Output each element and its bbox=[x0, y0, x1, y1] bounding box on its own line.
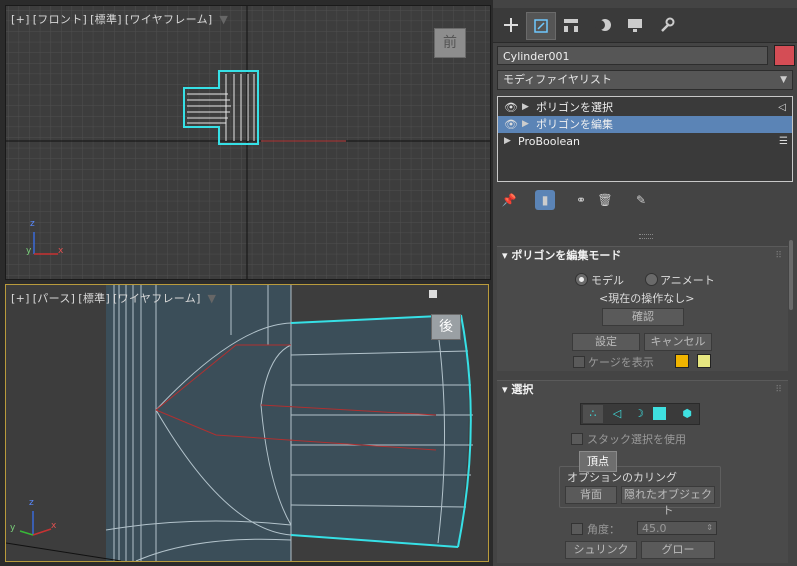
modify-tab[interactable] bbox=[526, 12, 556, 40]
front-viewport-label[interactable]: [+] [フロント] [標準] [ワイヤフレーム] ▼ bbox=[11, 11, 231, 27]
configure-sets-icon[interactable]: ✎ bbox=[631, 190, 651, 210]
grow-button[interactable]: グロー bbox=[641, 541, 715, 559]
eye-icon[interactable]: 👁 bbox=[504, 99, 518, 116]
vertex-icon[interactable]: ∴ bbox=[583, 405, 603, 423]
trash-icon[interactable]: 🗑 bbox=[595, 190, 615, 210]
expand-icon[interactable]: ▶ bbox=[522, 116, 529, 133]
hidden-objects-button[interactable]: 隠れたオブジェクト bbox=[621, 486, 715, 517]
command-panel: Cylinder001 モディファイヤリスト ▼ 👁 ▶ ポリゴンを選択 ◁ 👁… bbox=[493, 0, 797, 566]
pin-stack-icon[interactable]: 📌 bbox=[499, 190, 519, 210]
front-viewcube[interactable]: 前 bbox=[434, 28, 466, 58]
modify-icon bbox=[534, 19, 548, 33]
selection-rollout: ▾ 選択 ⠿ ∴ ◁ ☽ ⬢ スタック選択を使用 オプションのカリング 背面 隠れ… bbox=[497, 380, 788, 563]
make-unique-icon[interactable]: ⚭ bbox=[571, 190, 591, 210]
settings-button[interactable]: 設定 bbox=[572, 333, 640, 351]
front-viewport-grid bbox=[6, 6, 490, 279]
show-cage-checkbox[interactable] bbox=[573, 356, 585, 368]
utilities-tab[interactable] bbox=[653, 12, 681, 38]
tooltip: 頂点 bbox=[579, 451, 617, 472]
plus-icon bbox=[504, 18, 518, 32]
cancel-button[interactable]: キャンセル bbox=[644, 333, 712, 351]
model-radio[interactable] bbox=[575, 273, 588, 286]
front-axis-y-label: y bbox=[26, 246, 32, 256]
current-operation: <現在の操作なし> bbox=[599, 292, 695, 305]
expand-icon[interactable]: ▶ bbox=[504, 133, 511, 150]
display-icon bbox=[628, 19, 642, 32]
front-viewport[interactable]: [+] [フロント] [標準] [ワイヤフレーム] ▼ 前 z y x bbox=[5, 5, 491, 280]
angle-spinner[interactable]: 45.0 ⇕ bbox=[637, 521, 717, 535]
stack-item-proboolean[interactable]: ▶ ProBoolean ☰ bbox=[498, 133, 792, 150]
subobject-triangle-icon: ◁ bbox=[778, 102, 786, 113]
hierarchy-tab[interactable] bbox=[557, 12, 585, 38]
use-stack-selection-checkbox[interactable] bbox=[571, 433, 583, 445]
stack-options-icon[interactable]: ☰ bbox=[779, 133, 788, 150]
hierarchy-icon bbox=[564, 19, 578, 32]
perspective-viewport[interactable]: [+] [パース] [標準] [ワイヤフレーム] ▼ 後 z y x bbox=[5, 284, 489, 562]
edit-poly-mode-rollout: ▾ ポリゴンを編集モード ⠿ モデル アニメート <現在の操作なし> 確認 設定 … bbox=[497, 246, 788, 371]
backface-button[interactable]: 背面 bbox=[565, 486, 617, 504]
show-end-result-icon[interactable]: ▮ bbox=[535, 190, 555, 210]
persp-axis-x-label: x bbox=[51, 521, 57, 531]
rollout-header[interactable]: ▾ ポリゴンを編集モード ⠿ bbox=[497, 247, 788, 265]
expand-icon[interactable]: ▶ bbox=[522, 99, 529, 116]
border-icon[interactable]: ☽ bbox=[629, 405, 649, 423]
shrink-button[interactable]: シュリンク bbox=[565, 541, 637, 559]
filter-icon[interactable]: ▼ bbox=[207, 292, 216, 305]
stack-toolbar: 📌 ▮ ⚭ 🗑 ✎ bbox=[497, 188, 793, 214]
wrench-icon bbox=[661, 17, 675, 32]
stack-item-poly-select[interactable]: 👁 ▶ ポリゴンを選択 ◁ bbox=[498, 99, 792, 116]
persp-viewport-label[interactable]: [+] [パース] [標準] [ワイヤフレーム] ▼ bbox=[11, 290, 219, 306]
object-color-swatch[interactable] bbox=[774, 45, 795, 66]
motion-icon bbox=[595, 19, 611, 31]
subobject-level-bar: ∴ ◁ ☽ ⬢ bbox=[580, 403, 700, 425]
eye-icon[interactable]: 👁 bbox=[504, 116, 518, 133]
cage-color-swatch-1[interactable] bbox=[675, 354, 689, 368]
persp-axis-z-label: z bbox=[29, 498, 34, 508]
modifier-stack[interactable]: 👁 ▶ ポリゴンを選択 ◁ 👁 ▶ ポリゴンを編集 ▶ ProBoolean ☰ bbox=[497, 96, 793, 182]
motion-tab[interactable] bbox=[589, 12, 617, 38]
persp-axis-y-label: y bbox=[10, 523, 16, 533]
cage-color-swatch-2[interactable] bbox=[697, 354, 711, 368]
command-panel-tabs bbox=[493, 8, 797, 43]
stack-item-edit-poly[interactable]: 👁 ▶ ポリゴンを編集 bbox=[498, 116, 792, 133]
rollout-header[interactable]: ▾ 選択 ⠿ bbox=[497, 381, 788, 399]
create-tab[interactable] bbox=[497, 12, 525, 38]
polygon-icon[interactable] bbox=[653, 407, 666, 420]
confirm-button[interactable]: 確認 bbox=[602, 308, 684, 326]
edge-icon[interactable]: ◁ bbox=[607, 405, 627, 423]
panel-scrollbar[interactable] bbox=[789, 240, 793, 310]
filter-icon[interactable]: ▼ bbox=[219, 13, 228, 26]
panel-divider-grip[interactable] bbox=[639, 234, 653, 239]
display-tab[interactable] bbox=[621, 12, 649, 38]
front-axis-z-label: z bbox=[30, 219, 35, 229]
perspective-viewport-render bbox=[6, 285, 488, 561]
home-icon[interactable] bbox=[429, 290, 437, 298]
front-axis-x-label: x bbox=[58, 246, 64, 256]
persp-viewcube[interactable]: 後 bbox=[431, 314, 461, 340]
animate-radio[interactable] bbox=[645, 273, 658, 286]
chevron-down-icon: ▼ bbox=[780, 75, 787, 85]
angle-checkbox[interactable] bbox=[571, 523, 583, 535]
modifier-list-dropdown[interactable]: モディファイヤリスト ▼ bbox=[497, 70, 793, 90]
element-icon[interactable]: ⬢ bbox=[677, 405, 697, 423]
spinner-arrows-icon[interactable]: ⇕ bbox=[706, 521, 713, 535]
object-name-field[interactable]: Cylinder001 bbox=[497, 46, 768, 65]
